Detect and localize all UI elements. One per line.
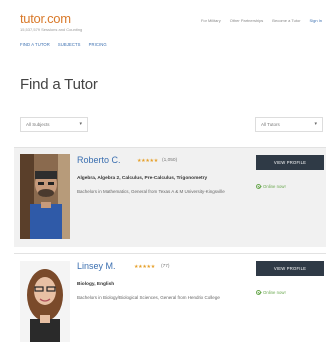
tutor-education: Bachelors in Mathematics, General from T…	[77, 189, 225, 194]
rating-count: (77)	[161, 264, 170, 269]
nav-link-become-a-tutor[interactable]: Become a Tutor	[272, 18, 300, 23]
check-circle-icon	[256, 184, 261, 189]
tutor-photo[interactable]	[20, 154, 70, 239]
tutor-education: Bachelors in Biology/Biological Sciences…	[77, 295, 220, 300]
tutor-logo[interactable]: tutor.com	[20, 11, 71, 26]
sign-in-link[interactable]: Sign In	[310, 18, 322, 23]
view-profile-button[interactable]: VIEW PROFILE	[256, 155, 324, 170]
star-rating-icon: ★★★★★	[134, 264, 155, 270]
online-status: Online now!	[256, 184, 286, 189]
tutor-card: Roberto C. ★★★★★ (1,050) Algebra, Algebr…	[14, 147, 326, 247]
check-circle-icon	[256, 290, 261, 295]
online-status: Online now!	[256, 290, 286, 295]
chevron-down-icon: ▾	[79, 121, 82, 127]
subnav-find-a-tutor[interactable]: FIND A TUTOR	[20, 42, 50, 47]
subject-filter-value: All Subjects	[26, 122, 50, 127]
top-navigation: For Military Other Partnerships Become a…	[201, 18, 322, 23]
tutor-subjects: Biology, English	[77, 282, 115, 287]
session-count-tagline: 15,537,579 Sessions and Counting	[20, 27, 83, 32]
view-profile-button[interactable]: VIEW PROFILE	[256, 261, 324, 276]
tutor-name[interactable]: Linsey M.	[77, 261, 116, 271]
tutor-photo[interactable]	[20, 261, 70, 342]
subnav-subjects[interactable]: SUBJECTS	[58, 42, 81, 47]
subnav-pricing[interactable]: PRICING	[89, 42, 107, 47]
rating-count: (1,050)	[162, 158, 178, 163]
nav-link-for-military[interactable]: For Military	[201, 18, 221, 23]
subject-filter-select[interactable]: All Subjects ▾	[20, 117, 88, 132]
online-status-label: Online now!	[263, 290, 286, 295]
nav-link-other-partnerships[interactable]: Other Partnerships	[230, 18, 264, 23]
sub-navigation: FIND A TUTOR SUBJECTS PRICING	[20, 42, 107, 47]
chevron-down-icon: ▾	[314, 121, 317, 127]
tutor-filter-select[interactable]: All Tutors ▾	[255, 117, 323, 132]
star-rating-icon: ★★★★★	[137, 158, 158, 164]
tutor-subjects: Algebra, Algebra 2, Calculus, Pre-Calcul…	[77, 176, 208, 181]
tutor-filter-value: All Tutors	[261, 122, 280, 127]
site-header: tutor.com 15,537,579 Sessions and Counti…	[0, 0, 326, 56]
tutor-card: Linsey M. ★★★★★ (77) Biology, English Ba…	[14, 253, 326, 342]
online-status-label: Online now!	[263, 184, 286, 189]
page-title: Find a Tutor	[20, 76, 98, 93]
tutor-name[interactable]: Roberto C.	[77, 155, 121, 165]
